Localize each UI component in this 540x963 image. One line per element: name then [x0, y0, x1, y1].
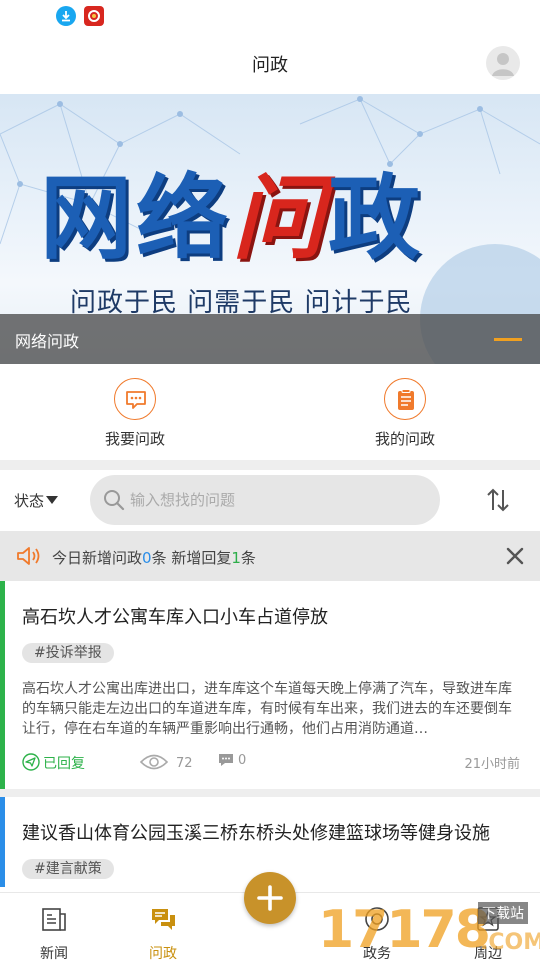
view-count-value: 72 — [176, 756, 193, 771]
post-tag: #投诉举报 — [22, 643, 114, 663]
my-questions-button[interactable]: 我的问政 — [345, 378, 465, 449]
status-bar — [0, 0, 540, 34]
nav-tab-zhoubian[interactable]: 周边 — [448, 905, 528, 963]
card-divider — [0, 789, 540, 797]
nav-tab-zhengwu[interactable]: 政务 — [337, 905, 417, 963]
user-avatar-icon[interactable] — [486, 46, 520, 80]
app-notification-icon — [84, 6, 104, 26]
news-icon — [42, 908, 66, 931]
post-summary: 高石坎人才公寓出库进出口，进车库这个车道每天晚上停满了汽车，导致进车库的车辆只能… — [22, 681, 512, 737]
search-icon — [104, 490, 125, 511]
filter-bar: 状态 — [0, 470, 540, 530]
title-bar: 问政 — [0, 34, 540, 94]
status-accent-bar — [0, 581, 5, 789]
chat-bubble-icon — [114, 378, 156, 420]
speaker-icon — [17, 547, 40, 565]
add-question-button[interactable] — [244, 872, 296, 924]
nav-label-zhengwu: 政务 — [363, 946, 391, 962]
post-tag: #建言献策 — [22, 859, 114, 879]
banner-carousel[interactable]: 网络问政 问政于民 问需于民 问计于民 网络问政 — [0, 94, 540, 364]
nav-label-zhoubian: 周边 — [474, 946, 502, 962]
reply-status-label: 已回复 — [43, 756, 85, 772]
new-reply-count: 1 — [231, 549, 241, 567]
quick-actions: 我要问政 我的问政 — [0, 364, 540, 460]
post-title: 高石坎人才公寓车库入口小车占道停放 — [22, 607, 328, 628]
post-card[interactable]: 高石坎人才公寓车库入口小车占道停放 #投诉举报 高石坎人才公寓出库进出口，进车库… — [0, 581, 540, 789]
search-input[interactable] — [130, 488, 420, 512]
download-icon — [56, 6, 76, 26]
nav-label-news: 新闻 — [40, 946, 68, 962]
wenzheng-icon — [152, 909, 175, 930]
notice-text: 今日新增问政0条 新增回复1条 — [52, 549, 256, 567]
page-title: 问政 — [252, 55, 288, 76]
notice-bar: 今日新增问政0条 新增回复1条 — [0, 531, 540, 581]
section-divider — [0, 460, 540, 470]
carousel-indicator — [494, 338, 522, 341]
search-box[interactable] — [90, 475, 440, 525]
nearby-icon — [477, 907, 499, 931]
comment-count: 0 — [218, 753, 246, 768]
ask-question-label: 我要问政 — [104, 430, 165, 448]
comment-count-value: 0 — [238, 753, 247, 768]
comment-icon — [219, 754, 233, 766]
plus-icon — [257, 885, 283, 911]
reply-status: 已回复 — [22, 753, 85, 773]
sort-icon[interactable] — [484, 486, 512, 514]
close-icon[interactable] — [506, 547, 524, 565]
banner-caption: 网络问政 — [15, 332, 80, 351]
ask-question-button[interactable]: 我要问政 — [75, 378, 195, 449]
post-time: 21小时前 — [464, 757, 520, 772]
banner-title: 网络问政 — [40, 165, 425, 272]
my-questions-label: 我的问政 — [374, 430, 435, 448]
nav-tab-news[interactable]: 新闻 — [14, 905, 94, 963]
status-accent-bar — [0, 797, 5, 887]
eye-icon — [139, 754, 169, 770]
caret-down-icon — [46, 496, 59, 504]
view-count: 72 — [139, 753, 193, 771]
nav-label-wenzheng: 问政 — [149, 946, 177, 962]
list-document-icon — [384, 378, 426, 420]
banner-caption-bar: 网络问政 — [0, 314, 540, 364]
replied-icon — [22, 753, 40, 771]
nav-tab-wenzheng[interactable]: 问政 — [123, 905, 203, 963]
post-title: 建议香山体育公园玉溪三桥东桥头处修建篮球场等健身设施 — [22, 823, 490, 844]
post-meta: 已回复 72 0 21小时前 — [22, 753, 520, 773]
status-filter-dropdown[interactable]: 状态 — [14, 490, 59, 511]
zhengwu-icon — [365, 907, 389, 931]
new-question-count: 0 — [142, 549, 152, 567]
status-filter-label: 状态 — [14, 492, 45, 510]
